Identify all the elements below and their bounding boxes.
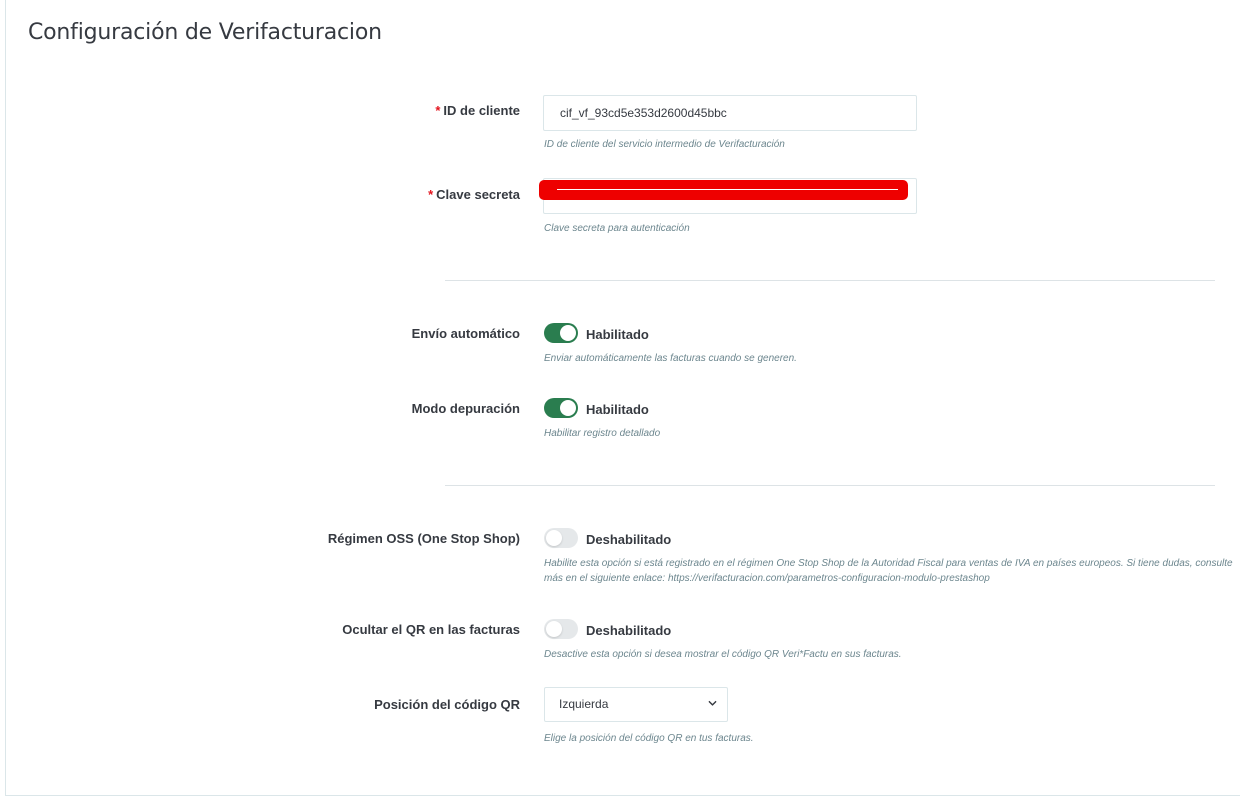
client-id-label: * ID de cliente (435, 103, 520, 118)
toggle-knob (560, 400, 576, 416)
hide-qr-help: Desactive esta opción si desea mostrar e… (544, 649, 902, 660)
client-id-help: ID de cliente del servicio intermedio de… (544, 139, 785, 150)
auto-send-toggle[interactable] (544, 323, 578, 343)
section-divider (445, 485, 1215, 486)
qr-position-help: Elige la posición del código QR en tus f… (544, 733, 754, 744)
chevron-down-icon (708, 700, 717, 706)
secret-label-text: Clave secreta (436, 187, 520, 202)
toggle-knob (560, 325, 576, 341)
section-divider (445, 280, 1215, 281)
oss-state: Deshabilitado (586, 532, 672, 547)
client-id-label-text: ID de cliente (443, 103, 520, 118)
required-mark: * (428, 187, 434, 202)
qr-position-select[interactable]: Izquierda (544, 687, 728, 722)
auto-send-state: Habilitado (586, 327, 649, 342)
debug-label: Modo depuración (411, 401, 520, 416)
hide-qr-toggle[interactable] (544, 619, 578, 639)
oss-toggle[interactable] (544, 528, 578, 548)
auto-send-help: Enviar automáticamente las facturas cuan… (544, 353, 797, 364)
oss-help-line2: más en el siguiente enlace: https://veri… (544, 573, 990, 584)
debug-toggle[interactable] (544, 398, 578, 418)
debug-help: Habilitar registro detallado (544, 428, 661, 439)
qr-position-label: Posición del código QR (374, 697, 520, 712)
oss-label: Régimen OSS (One Stop Shop) (327, 531, 520, 546)
hide-qr-label: Ocultar el QR en las facturas (342, 622, 520, 637)
required-mark: * (435, 103, 441, 118)
qr-position-value: Izquierda (559, 697, 609, 711)
oss-help-line1: Habilite esta opción si está registrado … (544, 558, 1233, 569)
secret-label: * Clave secreta (428, 187, 520, 202)
secret-help: Clave secreta para autenticación (544, 223, 690, 234)
auto-send-label: Envío automático (411, 326, 520, 341)
page-title: Configuración de Verifacturacion (28, 20, 382, 45)
debug-state: Habilitado (586, 402, 649, 417)
toggle-knob (546, 530, 562, 546)
hide-qr-state: Deshabilitado (586, 623, 672, 638)
client-id-input[interactable] (543, 95, 917, 131)
redaction-line (557, 189, 898, 190)
redaction-mark (539, 180, 908, 200)
toggle-knob (546, 621, 562, 637)
